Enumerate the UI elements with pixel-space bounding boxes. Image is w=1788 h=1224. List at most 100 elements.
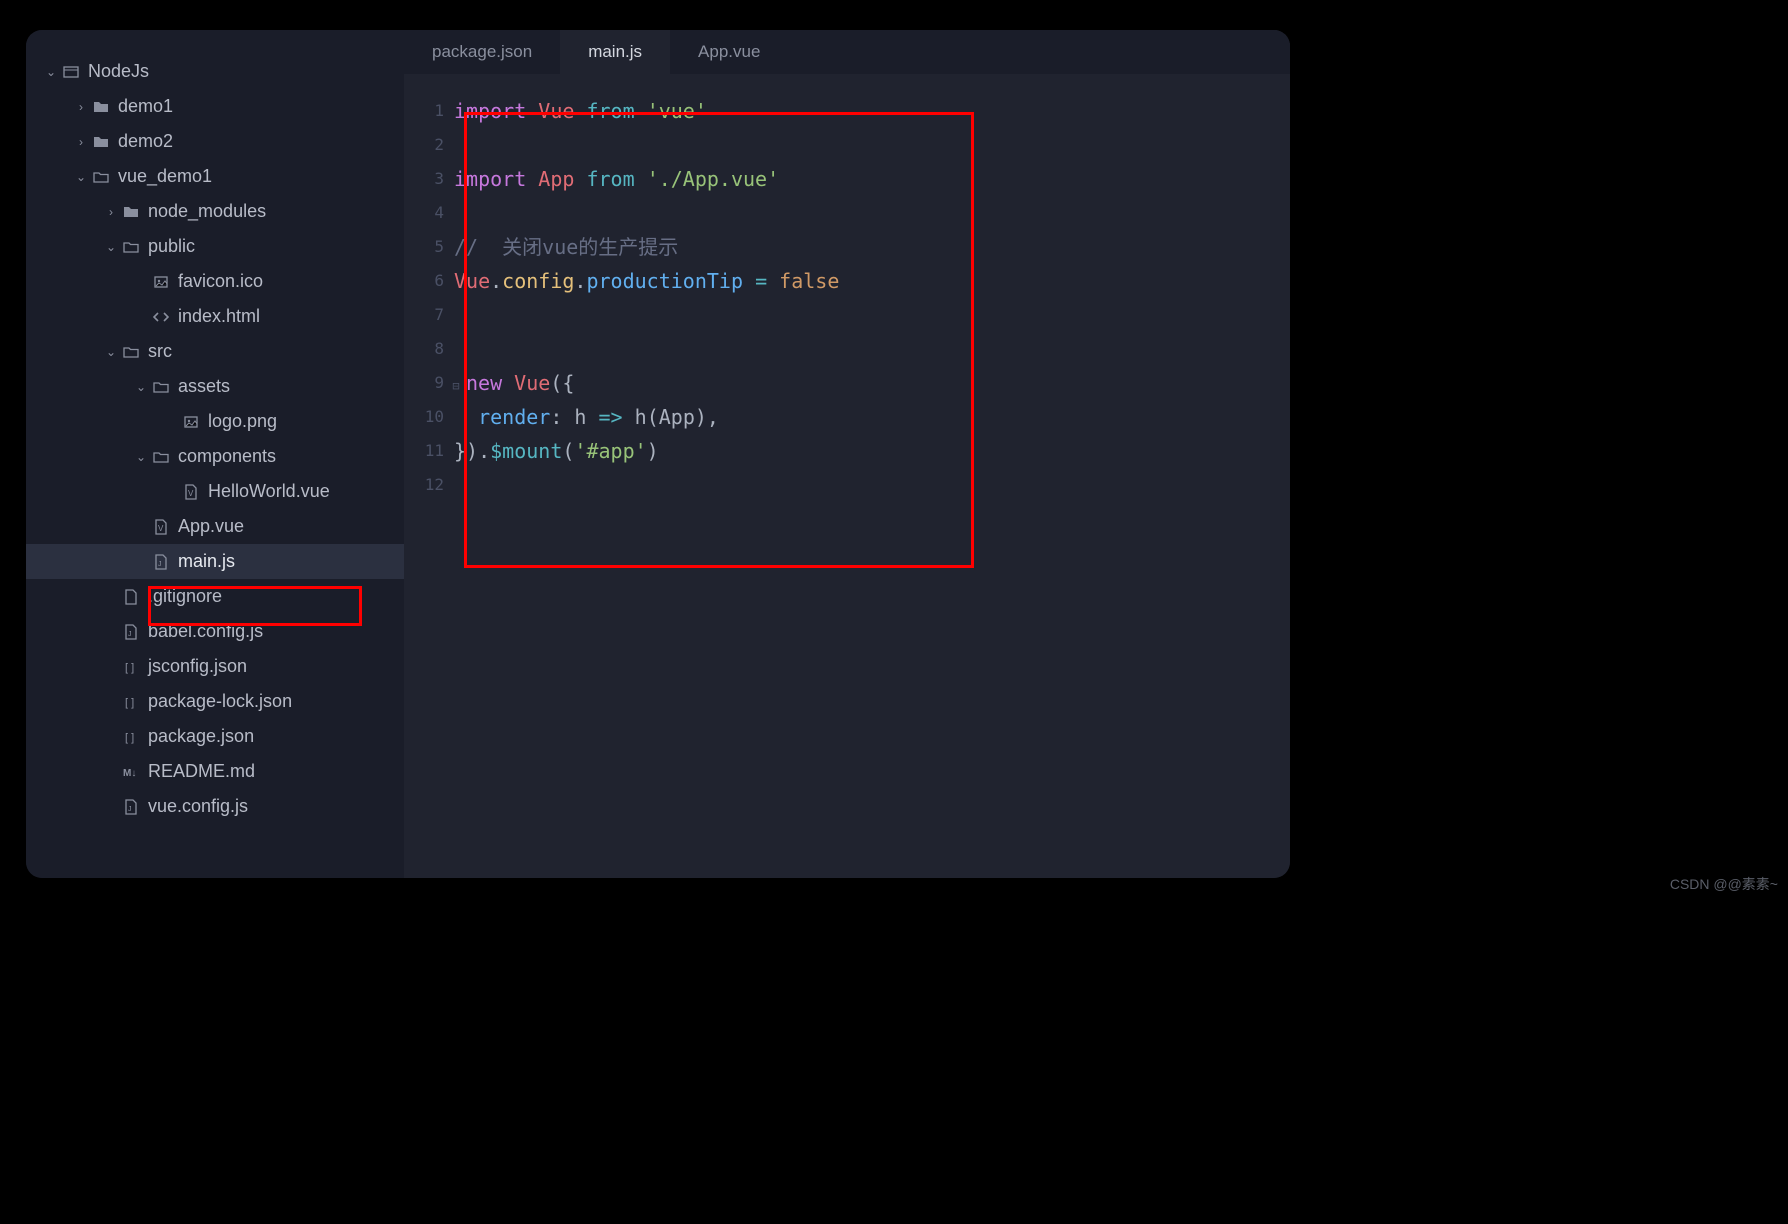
line-number: 11	[404, 434, 444, 468]
tree-item-logo-png[interactable]: logo.png	[26, 404, 404, 439]
line-number: 6	[404, 264, 444, 298]
line-number: 5	[404, 230, 444, 264]
token-fn: productionTip	[586, 269, 743, 293]
file-tree[interactable]: ⌄NodeJs›demo1›demo2⌄vue_demo1›node_modul…	[26, 30, 404, 878]
line-number: 9	[404, 366, 444, 400]
token-pn: : h	[550, 405, 598, 429]
tree-item-assets[interactable]: ⌄assets	[26, 369, 404, 404]
watermark-text: CSDN @@素素~	[1670, 874, 1778, 894]
code-line[interactable]	[454, 468, 1290, 502]
tree-item-demo2[interactable]: › demo2	[26, 124, 404, 159]
token-bool: false	[779, 269, 839, 293]
chevron-down-icon[interactable]: ⌄	[102, 240, 120, 254]
chevron-down-icon[interactable]: ⌄	[42, 65, 60, 79]
fold-icon[interactable]: ⊟	[450, 369, 462, 403]
tree-item-label: jsconfig.json	[148, 656, 247, 677]
code-line[interactable]	[454, 332, 1290, 366]
folder-icon	[120, 204, 142, 220]
tab-label: package.json	[432, 42, 532, 62]
chevron-down-icon[interactable]: ⌄	[102, 345, 120, 359]
tab-label: main.js	[588, 42, 642, 62]
code-line[interactable]: ⊟new Vue({	[454, 366, 1290, 400]
file-icon	[120, 589, 142, 605]
chevron-right-icon[interactable]: ›	[72, 100, 90, 114]
tree-item-label: demo2	[118, 131, 173, 152]
folder-open-icon	[120, 344, 142, 360]
code-line[interactable]: }).$mount('#app')	[454, 434, 1290, 468]
code-line[interactable]: Vue.config.productionTip = false	[454, 264, 1290, 298]
json-icon	[120, 694, 142, 710]
tree-item-index-html[interactable]: index.html	[26, 299, 404, 334]
token-k: import	[454, 99, 538, 123]
folder-root-icon	[60, 64, 82, 80]
tree-item-label: favicon.ico	[178, 271, 263, 292]
tree-item-label: package.json	[148, 726, 254, 747]
token-str: '#app'	[574, 439, 646, 463]
image-icon	[180, 414, 202, 430]
md-icon	[120, 764, 142, 780]
tree-item-vue-config-js[interactable]: vue.config.js	[26, 789, 404, 824]
tree-item-babel-config-js[interactable]: babel.config.js	[26, 614, 404, 649]
tree-item-demo1[interactable]: ›demo1	[26, 89, 404, 124]
tree-item-package-json[interactable]: package.json	[26, 719, 404, 754]
tree-item-label: README.md	[148, 761, 255, 782]
tree-item-HelloWorld-vue[interactable]: HelloWorld.vue	[26, 474, 404, 509]
tree-item-label: NodeJs	[88, 61, 149, 82]
tree-item-label: src	[148, 341, 172, 362]
folder-open-icon	[90, 169, 112, 185]
code-line[interactable]: import Vue from 'vue'	[454, 94, 1290, 128]
code-line[interactable]: // 关闭vue的生产提示	[454, 230, 1290, 264]
code-area[interactable]: 123456789101112 import Vue from 'vue'imp…	[404, 74, 1290, 878]
tab-bar: package.json main.js App.vue	[404, 30, 1290, 74]
chevron-right-icon[interactable]: ›	[72, 135, 90, 149]
json-icon	[120, 729, 142, 745]
tree-item-public[interactable]: ⌄public	[26, 229, 404, 264]
token-cls: Vue	[514, 371, 550, 395]
tab-main-js[interactable]: main.js	[560, 30, 670, 74]
tree-item-label: babel.config.js	[148, 621, 263, 642]
tree-item-label: index.html	[178, 306, 260, 327]
tree-item-jsconfig-json[interactable]: jsconfig.json	[26, 649, 404, 684]
token-op: =	[755, 269, 767, 293]
tree-item-favicon-ico[interactable]: favicon.ico	[26, 264, 404, 299]
chevron-down-icon[interactable]: ⌄	[132, 450, 150, 464]
code-line[interactable]	[454, 196, 1290, 230]
tree-item-label: App.vue	[178, 516, 244, 537]
tree-item-vue_demo1[interactable]: ⌄vue_demo1	[26, 159, 404, 194]
tree-item-package-lock-json[interactable]: package-lock.json	[26, 684, 404, 719]
tab-label: App.vue	[698, 42, 760, 62]
token-pn	[743, 269, 755, 293]
chevron-down-icon[interactable]: ⌄	[72, 170, 90, 184]
js-icon	[150, 554, 172, 570]
tab-App-vue[interactable]: App.vue	[670, 30, 788, 74]
code-content[interactable]: import Vue from 'vue' import App from './…	[454, 94, 1290, 878]
folder-open-icon	[150, 449, 172, 465]
vue-icon	[180, 484, 202, 500]
code-line[interactable]	[454, 298, 1290, 332]
tree-item-README-md[interactable]: README.md	[26, 754, 404, 789]
tree-item-main-js[interactable]: main.js	[26, 544, 404, 579]
line-number: 3	[404, 162, 444, 196]
tree-item-src[interactable]: ⌄ src	[26, 334, 404, 369]
tree-item-components[interactable]: ⌄ components	[26, 439, 404, 474]
js-icon	[120, 799, 142, 815]
tree-item-NodeJs[interactable]: ⌄ NodeJs	[26, 54, 404, 89]
tree-item-label: node_modules	[148, 201, 266, 222]
tab-package-json[interactable]: package.json	[404, 30, 560, 74]
tree-item-label: components	[178, 446, 276, 467]
chevron-right-icon[interactable]: ›	[102, 205, 120, 219]
image-icon	[150, 274, 172, 290]
ide-window: ⌄NodeJs›demo1›demo2⌄vue_demo1›node_modul…	[26, 30, 1290, 878]
code-line[interactable]	[454, 128, 1290, 162]
tree-item--gitignore[interactable]: .gitignore	[26, 579, 404, 614]
tree-item-node_modules[interactable]: › node_modules	[26, 194, 404, 229]
token-pn: )	[647, 439, 659, 463]
token-fn: render	[478, 405, 550, 429]
chevron-down-icon[interactable]: ⌄	[132, 380, 150, 394]
line-number: 8	[404, 332, 444, 366]
code-line[interactable]: render: h => h(App),	[454, 400, 1290, 434]
line-number: 1	[404, 94, 444, 128]
code-line[interactable]: import App from './App.vue'	[454, 162, 1290, 196]
tree-item-App-vue[interactable]: App.vue	[26, 509, 404, 544]
tree-item-label: package-lock.json	[148, 691, 292, 712]
